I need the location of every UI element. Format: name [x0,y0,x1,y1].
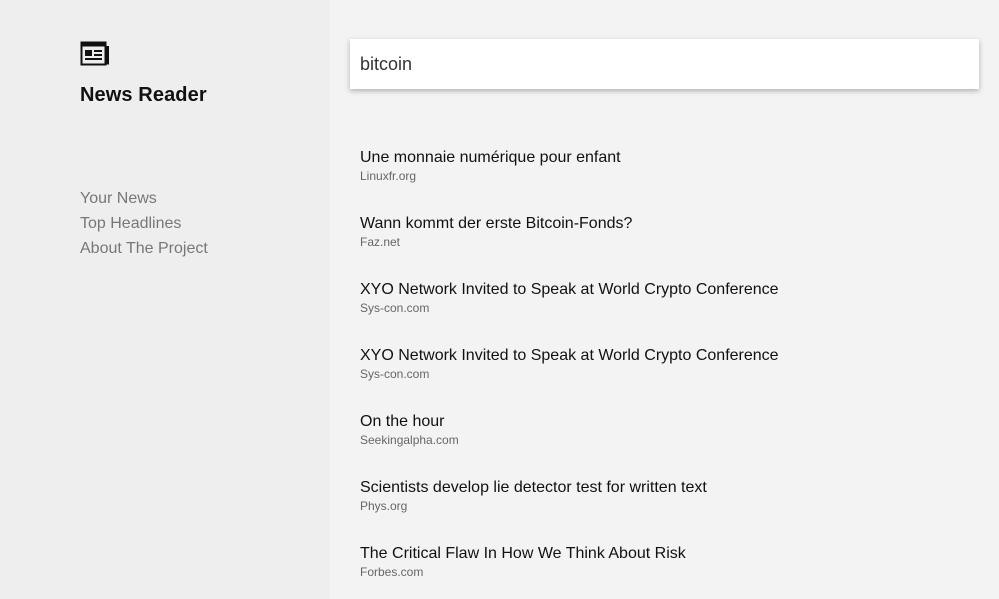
article-title[interactable]: XYO Network Invited to Speak at World Cr… [360,280,779,300]
article-source: Faz.net [360,235,401,249]
article-title[interactable]: XYO Network Invited to Speak at World Cr… [360,346,779,366]
article-item[interactable]: Une monnaie numérique pour enfant Linuxf… [360,148,779,214]
article-item[interactable]: On the hour Seekingalpha.com [360,412,779,478]
nav-item-about-the-project[interactable]: About The Project [80,236,208,261]
article-item[interactable]: Wann kommt der erste Bitcoin-Fonds? Faz.… [360,214,779,280]
article-item[interactable]: XYO Network Invited to Speak at World Cr… [360,346,779,412]
article-source: Phys.org [360,499,408,513]
nav-item-top-headlines[interactable]: Top Headlines [80,211,208,236]
article-source: Seekingalpha.com [360,433,459,447]
article-title[interactable]: Scientists develop lie detector test for… [360,478,779,498]
app-window: News Reader Your News Top Headlines Abou… [0,0,999,599]
article-item[interactable]: Scientists develop lie detector test for… [360,478,779,544]
article-source: Sys-con.com [360,367,430,381]
article-item[interactable]: XYO Network Invited to Speak at World Cr… [360,280,779,346]
main-content: Une monnaie numérique pour enfant Linuxf… [330,0,999,599]
sidebar: News Reader Your News Top Headlines Abou… [0,0,330,599]
article-list: Une monnaie numérique pour enfant Linuxf… [360,148,779,599]
nav-item-your-news[interactable]: Your News [80,186,208,211]
article-source: Forbes.com [360,565,424,579]
sidebar-nav: Your News Top Headlines About The Projec… [80,186,208,261]
article-title[interactable]: On the hour [360,412,779,432]
article-title[interactable]: Une monnaie numérique pour enfant [360,148,779,168]
search-input[interactable] [350,39,979,89]
article-title[interactable]: The Critical Flaw In How We Think About … [360,544,779,564]
newspaper-icon [80,41,109,66]
app-title: News Reader [80,84,207,106]
search-box [350,39,979,89]
article-item[interactable]: The Critical Flaw In How We Think About … [360,544,779,599]
article-source: Linuxfr.org [360,169,417,183]
article-title[interactable]: Wann kommt der erste Bitcoin-Fonds? [360,214,779,234]
article-source: Sys-con.com [360,301,430,315]
